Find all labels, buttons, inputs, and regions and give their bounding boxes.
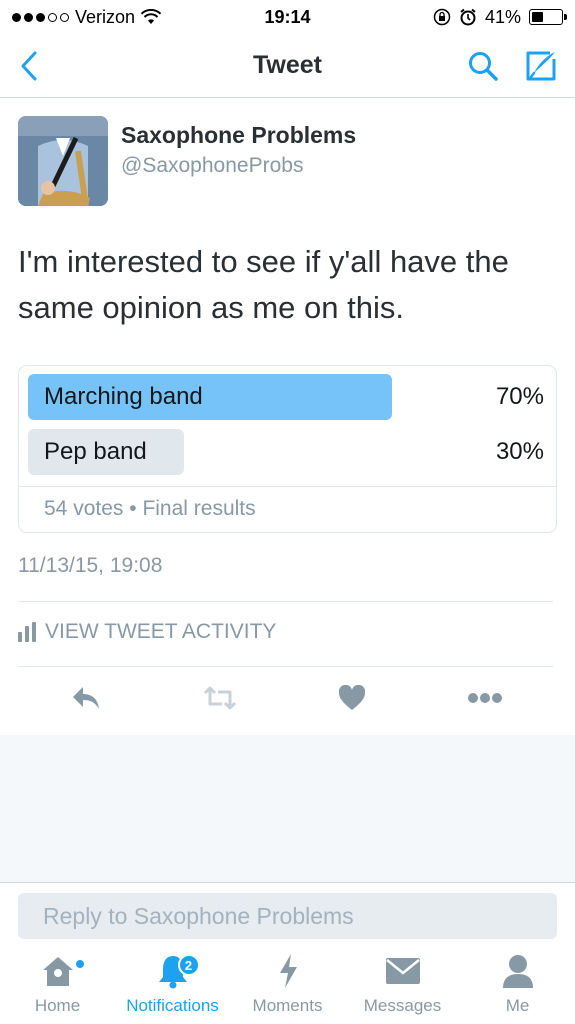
alarm-icon [460,8,476,26]
retweet-button[interactable] [200,678,240,718]
tab-bar: Home 2 Notifications Moments Messages Me [0,942,575,1024]
poll-separator: • [129,497,137,520]
tab-icon [277,946,299,996]
author-info: Saxophone Problems @SaxophoneProbs [121,122,356,206]
reply-input[interactable]: Reply to Saxophone Problems [18,893,557,939]
poll-divider [19,486,556,487]
tab-icon: 2 [156,946,200,996]
page-title: Tweet [253,51,322,79]
battery-percent: 41% [484,6,521,27]
poll: Marching band 70% Pep band 30% 54 votes … [18,365,557,533]
tab-icon [40,946,84,996]
tweet-text: I'm interested to see if y'all have the … [18,244,509,325]
more-button[interactable] [465,678,505,718]
person-icon [502,955,533,988]
poll-option-label: Pep band [44,438,147,465]
poll-option: Pep band 30% [28,429,548,475]
divider [18,601,553,602]
envelope-icon [385,958,420,984]
reply-button[interactable] [66,678,106,718]
home-notification-dot [75,960,84,968]
view-tweet-activity-link[interactable]: VIEW TWEET ACTIVITY [18,620,276,644]
status-right: 41% [433,6,567,28]
compose-icon [526,51,556,81]
notification-badge: 2 [177,954,200,976]
divider [18,666,553,667]
tab-label: Moments [252,996,323,1015]
tweet-header: Saxophone Problems @SaxophoneProbs [18,116,356,206]
activity-label: VIEW TWEET ACTIVITY [45,620,277,643]
author-handle[interactable]: @SaxophoneProbs [121,154,356,178]
more-dots-icon [468,693,502,703]
poll-votes: 54 votes [44,497,124,520]
avatar-image [18,116,108,206]
tab-moments[interactable]: Moments [230,942,345,1024]
tab-icon [385,946,421,996]
tweet-timestamp: 11/13/15, 19:08 [18,554,163,577]
poll-status: Final results [142,497,256,520]
poll-option-label: Marching band [44,383,203,410]
carrier-name: Verizon [75,6,136,27]
tab-messages[interactable]: Messages [345,942,460,1024]
compose-button[interactable] [521,48,561,84]
signal-strength-icon [12,12,69,22]
tab-icon [501,946,535,996]
tab-label: Messages [363,996,442,1015]
back-chevron-icon [21,51,37,81]
wifi-icon [141,9,162,24]
activity-chart-icon [18,622,36,642]
tab-label: Notifications [126,996,219,1015]
nav-bar: Tweet [0,34,575,98]
poll-option: Marching band 70% [28,374,548,420]
reply-bar: Reply to Saxophone Problems [0,882,575,942]
search-icon [469,52,498,81]
tab-label: Home [34,996,81,1015]
orientation-lock-icon [433,8,451,26]
tab-notifications[interactable]: 2 Notifications [115,942,230,1024]
poll-footer: 54 votes • Final results [44,497,256,521]
home-icon [42,957,73,986]
back-button[interactable] [14,48,44,84]
heart-icon [338,685,366,710]
battery-fill [532,12,544,22]
avatar[interactable] [18,116,108,206]
tab-me[interactable]: Me [460,942,575,1024]
poll-option-percent: 30% [495,438,544,465]
tweet-actions [0,678,575,718]
search-button[interactable] [465,48,501,84]
lightning-icon [279,954,297,988]
reply-icon [73,687,99,709]
status-bar: Verizon 19:14 41% [0,0,575,34]
tab-label: Me [505,996,530,1015]
status-left: Verizon [12,7,212,28]
battery-icon [529,9,567,25]
empty-replies-area [0,735,575,882]
tab-home[interactable]: Home [0,942,115,1024]
retweet-icon [203,686,237,710]
like-button[interactable] [332,678,372,718]
poll-option-percent: 70% [495,383,544,410]
author-name[interactable]: Saxophone Problems [121,122,356,149]
